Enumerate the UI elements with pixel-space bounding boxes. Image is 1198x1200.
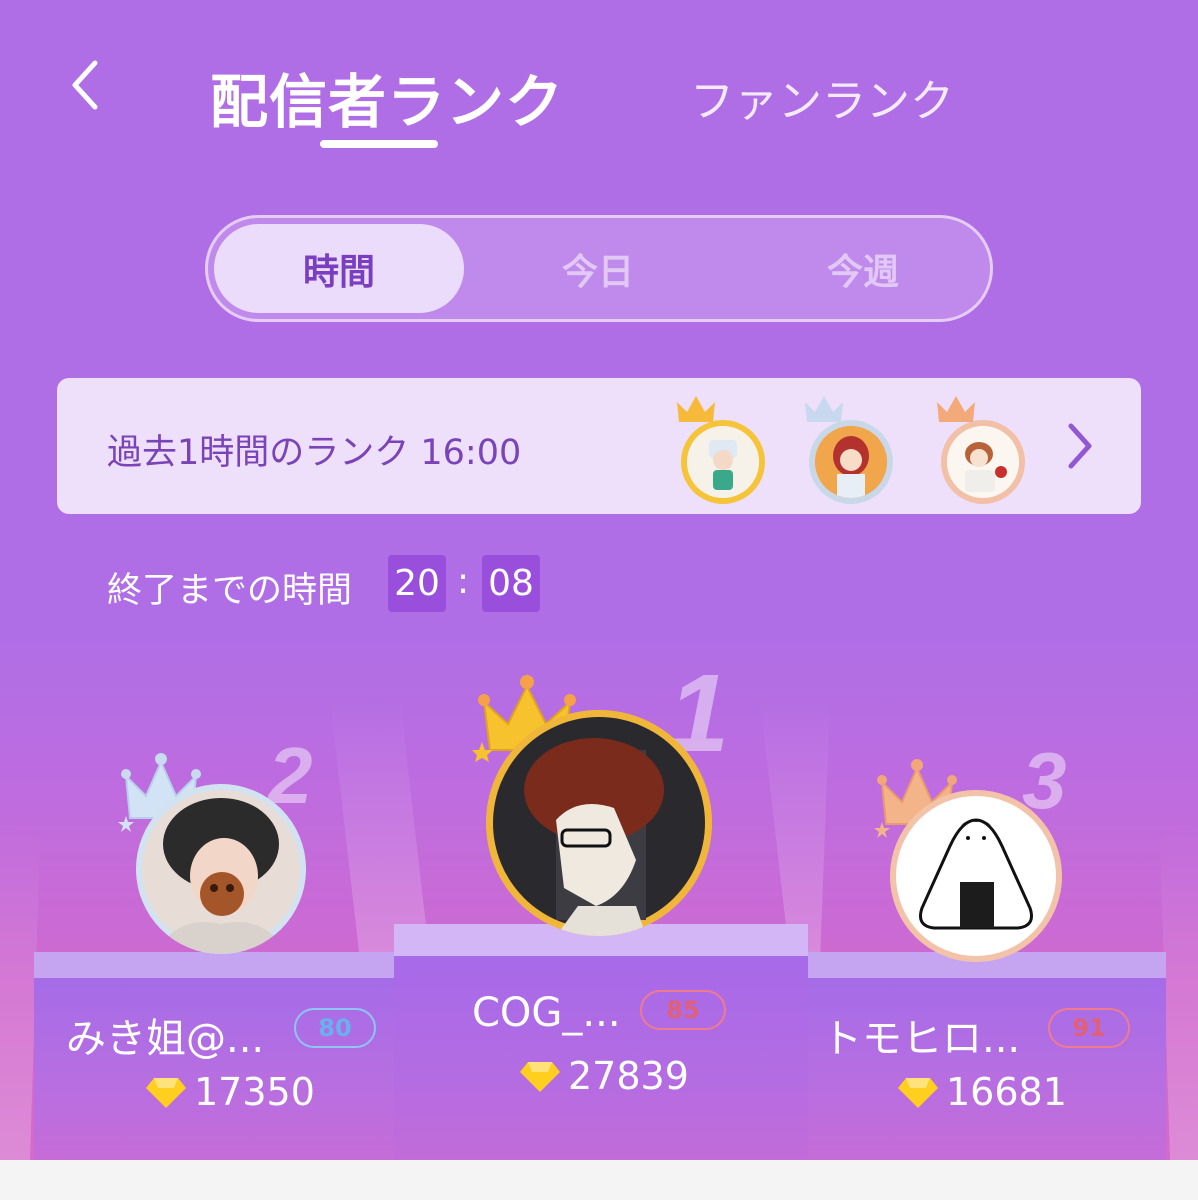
avatar-image — [815, 426, 887, 498]
past-hour-title: 過去1時間のランク 16:00 — [107, 433, 522, 473]
tab-streamer-rank[interactable]: 配信者ランク — [210, 55, 564, 139]
rank-1-level-badge: 85 — [640, 990, 726, 1030]
rank-1-score: 27839 — [520, 1054, 689, 1098]
rank-3-name: トモヒロ... — [822, 1016, 1021, 1062]
rank-1-avatar[interactable] — [486, 710, 712, 936]
timer-colon: : — [457, 561, 470, 602]
avatar-image — [136, 784, 306, 954]
avatar-image — [890, 790, 1062, 962]
period-segment: 時間 今日 今週 — [205, 215, 993, 322]
rank-1-name: COG_... — [472, 990, 621, 1036]
past-rank-2-avatar — [805, 396, 893, 504]
avatar-image — [486, 710, 712, 936]
segment-week[interactable]: 今週 — [763, 218, 963, 319]
rank-3-score-value: 16681 — [946, 1070, 1067, 1114]
crown-icon — [805, 396, 843, 422]
crown-icon — [677, 396, 715, 422]
tab-fan-rank[interactable]: ファンランク — [690, 65, 954, 129]
past-rank-1-avatar — [677, 396, 765, 504]
rank-3-level-badge: 91 — [1048, 1008, 1130, 1048]
timer-label: 終了までの時間 — [107, 571, 353, 611]
active-tab-indicator — [320, 140, 438, 148]
timer-seconds: 08 — [482, 555, 540, 612]
back-icon — [72, 60, 98, 110]
podium-2-top — [34, 952, 396, 978]
timer-minutes: 20 — [388, 555, 446, 612]
rank-2-name: みき姐@... — [66, 1016, 265, 1062]
rank-2-score-value: 17350 — [194, 1070, 315, 1114]
avatar-image — [947, 426, 1019, 498]
rank-1-score-value: 27839 — [568, 1054, 689, 1098]
rank-2-avatar[interactable] — [136, 784, 306, 954]
diamond-icon — [520, 1062, 560, 1092]
chevron-right-icon[interactable] — [1059, 420, 1099, 472]
segment-hour[interactable]: 時間 — [214, 224, 464, 313]
crown-icon — [937, 396, 975, 422]
rank-2-score: 17350 — [146, 1070, 315, 1114]
back-button[interactable] — [55, 55, 115, 115]
rank-3-score: 16681 — [898, 1070, 1067, 1114]
diamond-icon — [898, 1078, 938, 1108]
ranking-screen: 配信者ランク ファンランク 時間 今日 今週 過去1時間のランク 16:00 終… — [0, 0, 1198, 1160]
bottom-bar — [0, 1160, 1198, 1200]
segment-today[interactable]: 今日 — [498, 218, 698, 319]
avatar-image — [687, 426, 759, 498]
rank-2-level-badge: 80 — [294, 1008, 376, 1048]
rank-3-avatar[interactable] — [890, 790, 1062, 962]
past-rank-3-avatar — [937, 396, 1025, 504]
diamond-icon — [146, 1078, 186, 1108]
past-hour-rank-card[interactable]: 過去1時間のランク 16:00 — [57, 378, 1141, 514]
